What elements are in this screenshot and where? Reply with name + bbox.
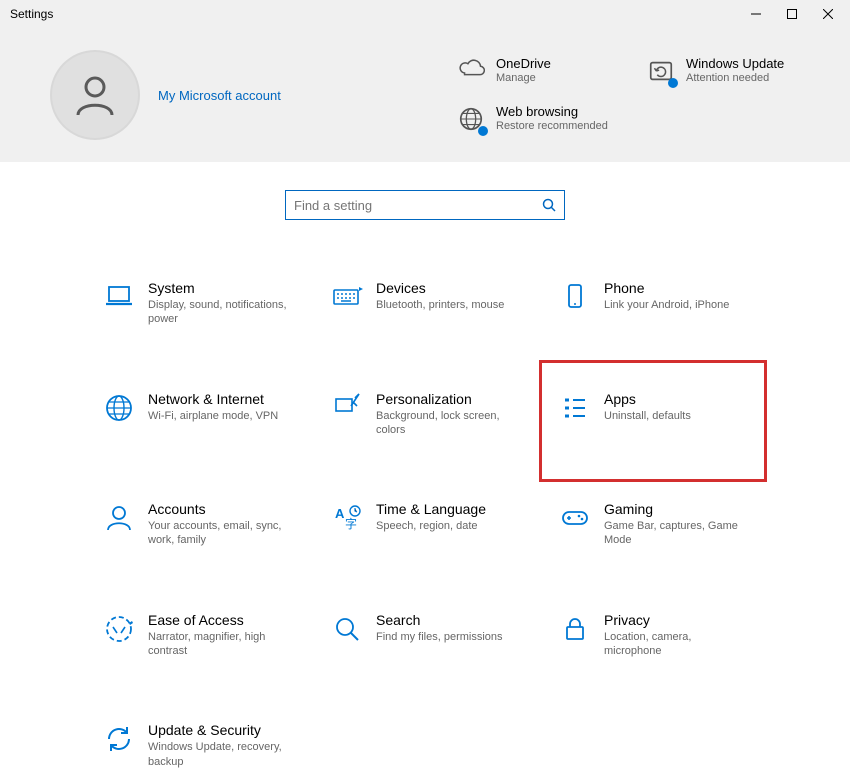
category-title: Privacy (604, 612, 748, 628)
keyboard-icon (330, 280, 364, 314)
category-title: Devices (376, 280, 504, 296)
paintbrush-icon (330, 391, 364, 425)
cloud-icon (456, 56, 486, 86)
category-title: Ease of Access (148, 612, 292, 628)
category-personalization[interactable]: Personalization Background, lock screen, … (320, 381, 530, 448)
category-accounts[interactable]: Accounts Your accounts, email, sync, work… (92, 491, 302, 558)
category-subtitle: Speech, region, date (376, 519, 486, 533)
category-time-language[interactable]: Time & Language Speech, region, date (320, 491, 530, 558)
status-subtitle: Attention needed (686, 71, 784, 85)
apps-list-icon (558, 391, 592, 425)
laptop-icon (102, 280, 136, 314)
minimize-button[interactable] (738, 0, 774, 28)
gamepad-icon (558, 501, 592, 535)
window-title: Settings (10, 7, 53, 21)
titlebar: Settings (0, 0, 850, 28)
header-status-grid: OneDriveManage Windows UpdateAttention ne… (456, 56, 826, 134)
status-item-windows-update[interactable]: Windows UpdateAttention needed (646, 56, 826, 86)
category-subtitle: Narrator, magnifier, high contrast (148, 630, 292, 659)
category-title: System (148, 280, 292, 296)
attention-dot (668, 78, 678, 88)
category-subtitle: Uninstall, defaults (604, 409, 691, 423)
status-item-web-browsing[interactable]: Web browsingRestore recommended (456, 104, 636, 134)
category-privacy[interactable]: Privacy Location, camera, microphone (548, 602, 758, 669)
category-subtitle: Display, sound, notifications, power (148, 298, 292, 327)
lock-icon (558, 612, 592, 646)
search-row (0, 162, 850, 230)
category-gaming[interactable]: Gaming Game Bar, captures, Game Mode (548, 491, 758, 558)
category-subtitle: Windows Update, recovery, backup (148, 740, 292, 769)
category-system[interactable]: System Display, sound, notifications, pow… (92, 270, 302, 337)
category-subtitle: Game Bar, captures, Game Mode (604, 519, 748, 548)
category-subtitle: Wi-Fi, airplane mode, VPN (148, 409, 278, 423)
status-subtitle: Restore recommended (496, 119, 608, 133)
category-title: Phone (604, 280, 729, 296)
sync-icon (102, 722, 136, 756)
search-box[interactable] (285, 190, 565, 220)
attention-dot (478, 126, 488, 136)
category-apps[interactable]: Apps Uninstall, defaults (548, 369, 758, 474)
category-title: Gaming (604, 501, 748, 517)
avatar[interactable] (50, 50, 140, 140)
avatar-placeholder (52, 52, 138, 138)
category-title: Apps (604, 391, 691, 407)
category-subtitle: Your accounts, email, sync, work, family (148, 519, 292, 548)
person-icon (102, 501, 136, 535)
search-icon (330, 612, 364, 646)
category-subtitle: Location, camera, microphone (604, 630, 748, 659)
account-header: My Microsoft account OneDriveManage Windo… (0, 28, 850, 162)
window-controls (738, 0, 846, 28)
category-title: Time & Language (376, 501, 486, 517)
category-title: Network & Internet (148, 391, 278, 407)
category-subtitle: Find my files, permissions (376, 630, 503, 644)
time-lang-icon (330, 501, 364, 535)
update-sync-icon (646, 56, 676, 86)
close-button[interactable] (810, 0, 846, 28)
category-phone[interactable]: Phone Link your Android, iPhone (548, 270, 758, 337)
my-microsoft-account-link[interactable]: My Microsoft account (158, 88, 281, 103)
status-subtitle: Manage (496, 71, 551, 85)
category-title: Accounts (148, 501, 292, 517)
search-input[interactable] (294, 198, 542, 213)
category-ease-of-access[interactable]: Ease of Access Narrator, magnifier, high … (92, 602, 302, 669)
globe-net-icon (102, 391, 136, 425)
category-devices[interactable]: Devices Bluetooth, printers, mouse (320, 270, 530, 337)
ease-icon (102, 612, 136, 646)
status-item-onedrive[interactable]: OneDriveManage (456, 56, 636, 86)
phone-icon (558, 280, 592, 314)
category-subtitle: Background, lock screen, colors (376, 409, 520, 438)
category-network[interactable]: Network & Internet Wi-Fi, airplane mode, … (92, 381, 302, 448)
category-title: Personalization (376, 391, 520, 407)
status-title: Web browsing (496, 104, 608, 119)
category-subtitle: Bluetooth, printers, mouse (376, 298, 504, 312)
status-title: OneDrive (496, 56, 551, 71)
globe-icon (456, 104, 486, 134)
status-title: Windows Update (686, 56, 784, 71)
category-search-cat[interactable]: Search Find my files, permissions (320, 602, 530, 669)
category-update-security[interactable]: Update & Security Windows Update, recover… (92, 712, 302, 779)
category-grid: System Display, sound, notifications, pow… (0, 230, 850, 779)
category-title: Search (376, 612, 503, 628)
category-subtitle: Link your Android, iPhone (604, 298, 729, 312)
search-icon (542, 198, 556, 212)
category-title: Update & Security (148, 722, 292, 738)
maximize-button[interactable] (774, 0, 810, 28)
